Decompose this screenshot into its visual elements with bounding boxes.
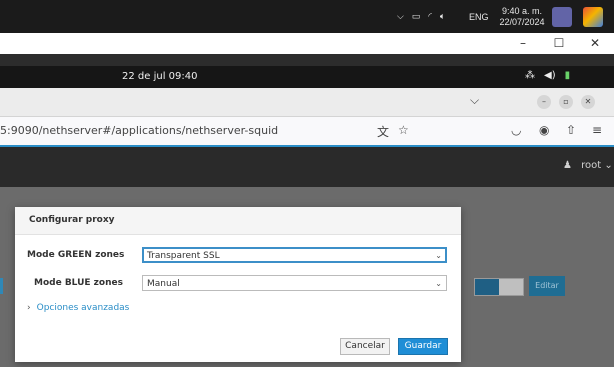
blue-zones-value: Manual — [147, 279, 180, 289]
volume-icon: ◀︎) — [544, 70, 556, 81]
chevron-down-icon: ⌄ — [435, 279, 442, 288]
windows-taskbar: ⌵ ▭ ◜ 🔈︎ ENG 9:40 a. m. 22/07/2024 — [0, 0, 614, 33]
enable-toggle[interactable] — [474, 278, 524, 296]
user-icon: ♟︎ — [563, 160, 572, 171]
chat-app-icon[interactable] — [552, 7, 572, 27]
browser-tab-bar: ⌵ – ▫ ✕ — [0, 88, 614, 117]
advanced-options-link[interactable]: › Opciones avanzadas — [27, 303, 129, 313]
bookmark-star-icon[interactable]: ☆ — [398, 123, 409, 137]
pocket-icon[interactable]: ◡ — [511, 123, 521, 137]
chevron-down-icon: ⌄ — [435, 251, 442, 260]
green-zones-label: Mode GREEN zones — [27, 250, 125, 260]
user-menu[interactable]: ♟︎ root ⌄ — [563, 160, 613, 171]
chevron-up-icon[interactable]: ⌵ — [397, 11, 404, 22]
color-app-icon[interactable] — [583, 7, 603, 27]
gnome-status-icons[interactable]: ⁂ ◀︎) ▮ — [525, 70, 570, 81]
language-indicator[interactable]: ENG — [469, 0, 489, 33]
volume-icon[interactable]: 🔈︎ — [440, 11, 445, 22]
save-button[interactable]: Guardar — [398, 338, 448, 355]
share-icon[interactable]: ⇧ — [566, 123, 576, 137]
cockpit-header: ♟︎ root ⌄ — [0, 147, 614, 187]
user-name: root — [581, 160, 602, 171]
translate-icon[interactable]: 文 — [377, 123, 389, 140]
taskbar-clock[interactable]: 9:40 a. m. 22/07/2024 — [499, 0, 545, 33]
configure-proxy-modal: Configurar proxy Mode GREEN zones Transp… — [15, 207, 461, 362]
chevron-right-icon: › — [27, 303, 31, 313]
cancel-button[interactable]: Cancelar — [340, 338, 390, 355]
gnome-clock[interactable]: 22 de jul 09:40 — [122, 71, 197, 82]
maximize-button[interactable]: ☐ — [542, 33, 576, 54]
edit-button[interactable]: Editar — [529, 276, 565, 296]
close-button[interactable]: ✕ — [578, 33, 612, 54]
clock-time: 9:40 a. m. — [501, 5, 543, 16]
clock-date: 22/07/2024 — [499, 16, 545, 27]
menu-icon[interactable]: ≡ — [592, 123, 602, 137]
browser-minimize-button[interactable]: – — [537, 95, 551, 109]
advanced-options-label: Opciones avanzadas — [36, 303, 130, 313]
tab-list-icon[interactable]: ⌵ — [470, 93, 479, 108]
browser-maximize-button[interactable]: ▫ — [559, 95, 573, 109]
green-zones-select[interactable]: Transparent SSL ⌄ — [142, 247, 447, 263]
wifi-icon[interactable]: ◜ — [428, 11, 432, 22]
minimize-button[interactable]: – — [506, 33, 540, 54]
blue-zones-label: Mode BLUE zones — [34, 278, 123, 288]
chevron-down-icon: ⌄ — [604, 160, 613, 171]
modal-header: Configurar proxy — [15, 207, 461, 235]
toggle-on-half — [475, 279, 499, 295]
blue-zones-select[interactable]: Manual ⌄ — [142, 275, 447, 291]
modal-title: Configurar proxy — [29, 215, 115, 225]
left-accent — [0, 278, 3, 294]
browser-close-button[interactable]: ✕ — [581, 95, 595, 109]
vm-frame — [0, 54, 614, 66]
modal-footer: Cancelar Guardar — [15, 329, 461, 362]
network-icon: ⁂ — [525, 70, 535, 81]
window-titlebar: – ☐ ✕ — [0, 33, 614, 54]
gnome-top-bar: 22 de jul 09:40 ⁂ ◀︎) ▮ — [0, 66, 614, 88]
system-tray-icons: ⌵ ▭ ◜ 🔈︎ — [397, 0, 445, 33]
battery-icon[interactable]: ▭ — [412, 11, 421, 22]
browser-toolbar: 5:9090/nethserver#/applications/nethserv… — [0, 117, 614, 147]
battery-icon: ▮ — [564, 70, 571, 81]
account-icon[interactable]: ◉ — [539, 123, 549, 137]
green-zones-value: Transparent SSL — [147, 251, 220, 261]
url-field[interactable]: 5:9090/nethserver#/applications/nethserv… — [0, 124, 278, 137]
